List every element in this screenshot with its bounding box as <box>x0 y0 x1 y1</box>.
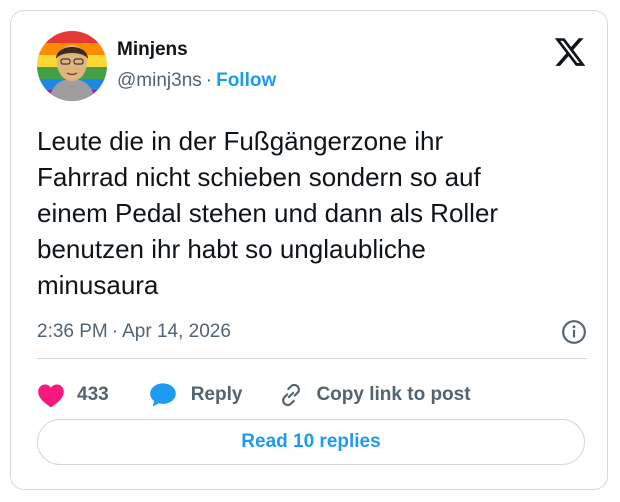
divider <box>37 358 587 359</box>
copy-link-label: Copy link to post <box>316 384 471 405</box>
info-icon[interactable] <box>561 319 587 345</box>
separator-dot: · <box>205 70 213 91</box>
follow-button[interactable]: Follow <box>216 70 276 91</box>
x-logo-icon[interactable] <box>553 35 587 69</box>
like-count: 433 <box>77 384 109 405</box>
avatar-image <box>37 31 107 101</box>
handle-row: @minj3ns · Follow <box>117 70 276 92</box>
tweet-card: Minjens @minj3ns · Follow Leute die in der… <box>10 10 608 490</box>
user-handle[interactable]: @minj3ns <box>117 70 202 91</box>
reply-button[interactable]: Reply <box>149 382 243 408</box>
tweet-header: Minjens @minj3ns · Follow <box>37 31 587 101</box>
reply-label: Reply <box>190 384 243 405</box>
link-icon <box>282 383 301 407</box>
avatar[interactable] <box>37 31 107 101</box>
tweet-meta: 2:36 PM · Apr 14, 2026 <box>37 317 587 347</box>
speech-bubble-icon <box>149 383 176 407</box>
action-bar: 433 Reply Copy link to post <box>37 375 587 415</box>
display-name[interactable]: Minjens <box>117 39 276 61</box>
copy-link-button[interactable]: Copy link to post <box>278 382 471 408</box>
like-button[interactable]: 433 <box>37 382 109 408</box>
read-replies-button[interactable]: Read 10 replies <box>37 419 585 465</box>
user-info: Minjens @minj3ns · Follow <box>117 39 276 92</box>
separator-dot: · <box>111 321 119 342</box>
tweet-date[interactable]: Apr 14, 2026 <box>122 321 231 342</box>
heart-icon <box>38 384 64 408</box>
tweet-text: Leute die in der Fußgängerzone ihr Fahrr… <box>37 126 499 300</box>
tweet-time[interactable]: 2:36 PM <box>37 321 108 342</box>
